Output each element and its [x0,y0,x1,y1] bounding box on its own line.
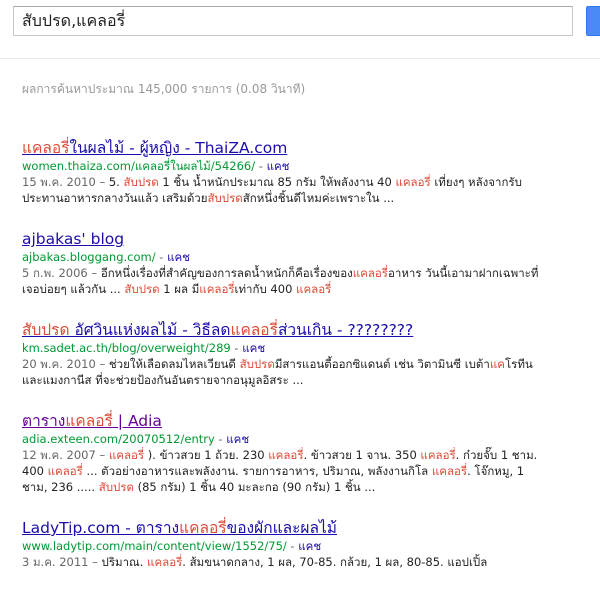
snippet-segment: แคลอรี่ [108,448,145,462]
title-segment: แคลอรี่ [179,519,227,537]
result-title-link[interactable]: สับปรด อัศวินแห่งผลไม้ - วิธีลดแคลอรี่ส่… [22,321,592,340]
snippet-segment: ช่วยให้เลือดลมไหลเวียนดี [108,357,240,371]
search-result: สับปรด อัศวินแห่งผลไม้ - วิธีลดแคลอรี่ส่… [22,321,592,388]
search-result: ajbakas' blog ajbakas.bloggang.com/ - แคช… [22,230,592,297]
snippet-date: 3 ม.ค. 2011 – [22,555,102,569]
result-snippet: 20 พ.ค. 2010 – ช่วยให้เลือดลมไหลเวียนดี … [22,356,542,388]
snippet-date: 20 พ.ค. 2010 – [22,357,109,371]
title-segment: | Adia [112,412,162,430]
search-button[interactable] [586,6,600,36]
result-snippet: 3 ม.ค. 2011 – ปริมาณ. แคลอรี่. ส้มขนาดกล… [22,554,542,570]
search-result: แคลอรี่ในผลไม้ - ผู้หญิง - ThaiZA.com wom… [22,139,592,206]
url-segment: แคลอรี่ [134,159,171,173]
snippet-segment: แคลอรี่ [296,282,332,296]
result-url-line: women.thaiza.com/แคลอรี่ในผลไม้/54266/ -… [22,158,592,174]
result-stats: ผลการค้นหาประมาณ 145,000 รายการ (0.08 วิ… [22,82,306,96]
snippet-segment: แค [489,357,505,371]
result-title-link[interactable]: LadyTip.com - ตารางแคลอรี่ของผักและผลไม้ [22,519,592,538]
snippet-segment: สักหนึ่งชิ้นดีไหมค่ะเพราะใน ... [242,191,395,205]
result-url: www.ladytip.com/main/content/view/1552/7… [22,539,287,553]
snippet-segment: เท่ากับ 400 [234,282,297,296]
cache-link[interactable]: แคช [267,159,290,173]
result-url: ajbakas.bloggang.com/ [22,250,156,264]
title-segment: ในผลไม้ - ผู้หญิง - ThaiZA.com [69,139,288,157]
result-url: women.thaiza.com/แคลอรี่ในผลไม้/54266/ [22,159,255,173]
snippet-segment: ปริมาณ. [101,555,148,569]
result-snippet: 15 พ.ค. 2010 – 5. สับปรด 1 ชิ้น น้ำหนักป… [22,174,542,206]
snippet-segment: 1 ชิ้น น้ำหนักประมาณ 85 กรัม ให้พลังงาน … [158,175,396,189]
snippet-segment: (85 กรัม) 1 ชิ้น 40 มะละกอ (90 กรัม) 1 ช… [133,480,376,494]
snippet-segment: แคลอรี่ [420,448,456,462]
search-input[interactable] [14,7,572,35]
snippet-segment: แคลอรี่ [47,464,83,478]
snippet-segment: ). ข้าวสวย 1 ถ้วย. 230 [144,448,269,462]
cache-separator: - [214,432,227,446]
header-divider [0,58,600,59]
title-segment: แคลอรี่ [22,139,70,157]
result-title-link[interactable]: ตารางแคลอรี่ | Adia [22,412,592,431]
title-segment: ของผักและผลไม้ [226,519,337,537]
snippet-segment: แคลอรี่ [431,464,468,478]
result-url: adia.exteen.com/20070512/entry [22,432,215,446]
snippet-segment: อีกหนึ่งเรื่องที่สำคัญของการลดน้ำหนักก็ค… [100,266,353,280]
result-snippet: 5 ก.พ. 2006 – อีกหนึ่งเรื่องที่สำคัญของก… [22,265,542,297]
snippet-date: 12 พ.ค. 2007 – [22,448,109,462]
snippet-segment: แคลอรี่ [147,555,183,569]
search-result: ตารางแคลอรี่ | Adia adia.exteen.com/20070… [22,412,592,495]
result-title-link[interactable]: ajbakas' blog [22,230,592,249]
url-segment: adia.exteen.com/20070512/entry [22,432,215,446]
result-url-line: adia.exteen.com/20070512/entry - แคช [22,431,592,447]
snippet-segment: แคลอรี่ [268,448,304,462]
cache-link[interactable]: แคช [226,432,249,446]
title-segment: อัศวินแห่งผลไม้ - วิธีลด [69,321,231,339]
snippet-segment: สับปรด [124,282,160,296]
results-list: แคลอรี่ในผลไม้ - ผู้หญิง - ThaiZA.com wom… [22,139,592,594]
search-result: LadyTip.com - ตารางแคลอรี่ของผักและผลไม้… [22,519,592,570]
url-segment: ajbakas.bloggang.com/ [22,250,156,264]
snippet-segment: . ข้าวสวย 1 จาน. 350 [303,448,421,462]
result-url-line: km.sadet.ac.th/blog/overweight/289 - แคช [22,340,592,356]
snippet-segment: 1 ผล มี [159,282,200,296]
title-segment: ตาราง [22,412,66,430]
result-title-link[interactable]: แคลอรี่ในผลไม้ - ผู้หญิง - ThaiZA.com [22,139,592,158]
cache-separator: - [255,159,267,173]
snippet-segment: . ส้มขนาดกลาง, 1 ผล, 70-85. กล้วย, 1 ผล,… [182,555,488,569]
cache-separator: - [155,250,168,264]
cache-link[interactable]: แคช [242,341,265,355]
snippet-segment: ... ตัวอย่างอาหารและพลังงาน. รายการอาหาร… [82,464,432,478]
search-box[interactable] [13,6,573,36]
result-url-line: www.ladytip.com/main/content/view/1552/7… [22,538,592,554]
title-segment: ajbakas' blog [22,230,125,248]
snippet-segment: สับปรด [98,480,134,494]
url-segment: www.ladytip.com/main/content/view/1552/7… [22,539,287,553]
url-segment: km.sadet.ac.th/blog/overweight/289 [22,341,231,355]
snippet-segment: 5. [108,175,124,189]
snippet-segment: สับปรด [239,357,275,371]
snippet-segment: สับปรด [123,175,159,189]
result-url-line: ajbakas.bloggang.com/ - แคช [22,249,592,265]
cache-link[interactable]: แคช [298,539,321,553]
title-segment: สับปรด [22,321,70,339]
result-snippet: 12 พ.ค. 2007 – แคลอรี่ ). ข้าวสวย 1 ถ้วย… [22,447,542,495]
url-segment: ในผลไม้/54266/ [170,159,256,173]
title-segment: แคลอรี่ [230,321,278,339]
snippet-date: 5 ก.พ. 2006 – [22,266,101,280]
title-segment: ส่วนเกิน - ???????? [277,321,414,339]
snippet-segment: แคลอรี่ [199,282,235,296]
snippet-segment: แคลอรี่ [352,266,388,280]
snippet-segment: แคลอรี่ [395,175,431,189]
url-segment: women.thaiza.com/ [22,159,135,173]
snippet-date: 15 พ.ค. 2010 – [22,175,109,189]
cache-separator: - [230,341,243,355]
title-segment: แคลอรี่ [65,412,113,430]
cache-separator: - [286,539,299,553]
result-url: km.sadet.ac.th/blog/overweight/289 [22,341,231,355]
cache-link[interactable]: แคช [167,250,190,264]
snippet-segment: สับปรด [207,191,243,205]
snippet-segment: มีสารแอนตี้ออกซิแดนต์ เช่น วิตามินซี เบต… [274,357,490,371]
title-segment: LadyTip.com - ตาราง [22,519,180,537]
